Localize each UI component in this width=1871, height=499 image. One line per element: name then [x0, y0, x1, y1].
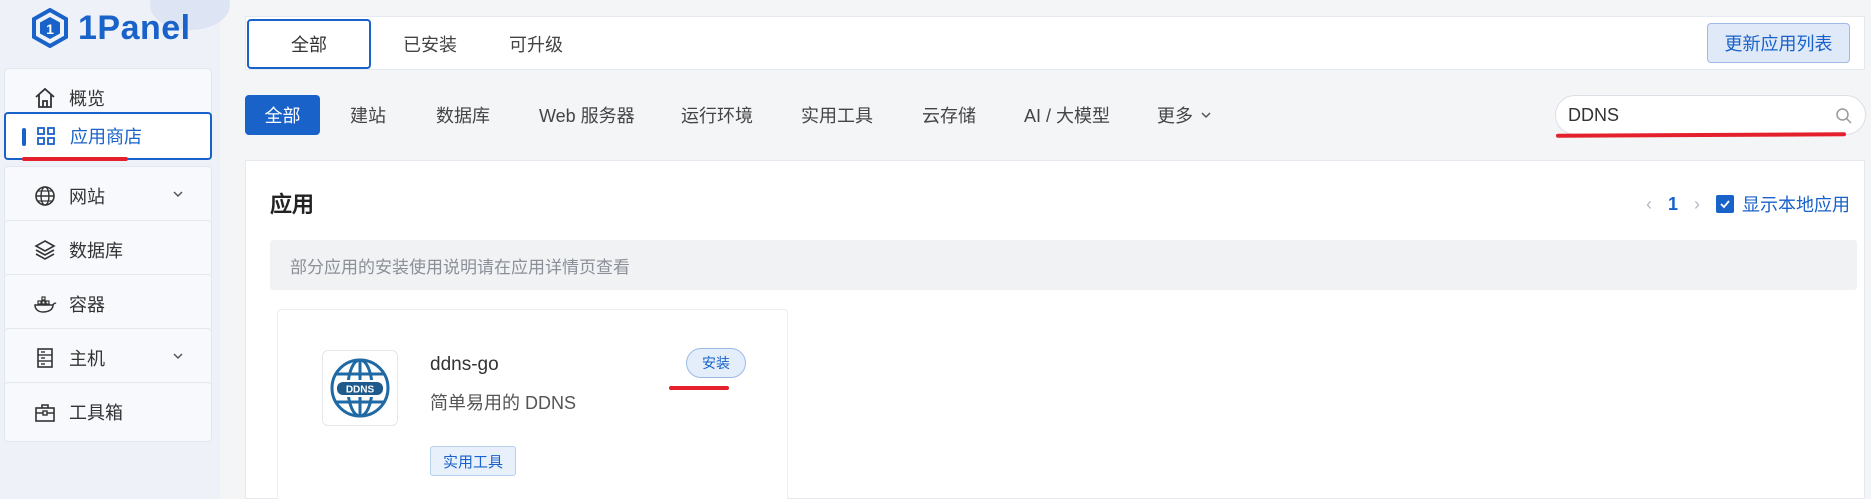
ddns-globe-icon: DDNS [330, 358, 390, 418]
tab-installed[interactable]: 已安装 [380, 19, 480, 69]
tab-all[interactable]: 全部 [247, 19, 371, 69]
app-description: 简单易用的 DDNS [430, 393, 577, 413]
show-local-apps-toggle[interactable]: 显示本地应用 [1716, 191, 1850, 217]
app-search-box[interactable] [1555, 95, 1866, 135]
app-logo: DDNS [322, 350, 398, 426]
sidebar-item-label: 网站 [69, 187, 105, 207]
app-status-tabs: 全部 已安装 可升级 更新应用列表 [245, 16, 1865, 70]
section-title: 应用 [270, 192, 315, 217]
sidebar: 1 1Panel 概览 应用商店 网站 数据库 容器 主机 工具箱 [0, 0, 230, 499]
docker-icon [33, 292, 57, 316]
category-more[interactable]: 更多 [1157, 95, 1213, 135]
sidebar-item-host[interactable]: 主机 [4, 328, 212, 388]
sidebar-item-toolbox[interactable]: 工具箱 [4, 382, 212, 442]
sidebar-item-website[interactable]: 网站 [4, 166, 212, 226]
layers-icon [33, 238, 57, 262]
sidebar-item-label: 数据库 [69, 241, 123, 261]
sidebar-item-label: 主机 [69, 349, 105, 369]
pagination: ‹ 1 › 显示本地应用 [1646, 191, 1850, 217]
search-input[interactable] [1568, 104, 1828, 126]
sidebar-item-label: 容器 [69, 295, 105, 315]
show-local-apps-label: 显示本地应用 [1742, 195, 1850, 215]
app-category-tag: 实用工具 [430, 446, 516, 476]
tab-upgradable[interactable]: 可升级 [486, 19, 586, 69]
active-indicator [22, 128, 26, 146]
logo-text: 1Panel [78, 8, 191, 47]
category-database[interactable]: 数据库 [436, 95, 490, 135]
chevron-down-icon [173, 191, 183, 198]
search-highlight-underline [1555, 132, 1847, 138]
globe-icon [33, 184, 57, 208]
checkbox-checked-icon[interactable] [1716, 195, 1734, 213]
update-app-list-button[interactable]: 更新应用列表 [1707, 23, 1850, 63]
app-logo-text: DDNS [346, 385, 375, 396]
sidebar-item-container[interactable]: 容器 [4, 274, 212, 334]
category-tools[interactable]: 实用工具 [801, 95, 873, 135]
install-button[interactable]: 安装 [686, 348, 746, 378]
next-page-button[interactable]: › [1694, 194, 1700, 215]
category-cloud-storage[interactable]: 云存储 [922, 95, 976, 135]
app-card[interactable]: DDNS ddns-go 简单易用的 DDNS 安装 实用工具 [277, 309, 788, 499]
category-more-label: 更多 [1157, 106, 1193, 126]
search-icon[interactable] [1835, 107, 1853, 125]
grid-icon [34, 124, 58, 148]
toolbox-icon [33, 400, 57, 424]
server-icon [33, 346, 57, 370]
logo[interactable]: 1 1Panel [30, 6, 191, 50]
install-highlight-underline [669, 386, 729, 390]
prev-page-button[interactable]: ‹ [1646, 194, 1652, 215]
category-ai-model[interactable]: AI / 大模型 [1024, 95, 1110, 135]
app-name: ddns-go [430, 354, 499, 375]
category-website[interactable]: 建站 [350, 95, 386, 135]
sidebar-item-app-store[interactable]: 应用商店 [4, 112, 212, 160]
highlight-underline [22, 157, 128, 161]
chevron-down-icon [1201, 112, 1211, 119]
sidebar-item-label: 应用商店 [70, 127, 142, 147]
svg-text:1: 1 [46, 21, 54, 37]
sidebar-item-database[interactable]: 数据库 [4, 220, 212, 280]
sidebar-item-label: 工具箱 [69, 403, 123, 423]
current-page[interactable]: 1 [1668, 194, 1678, 215]
app-list-panel: 应用 ‹ 1 › 显示本地应用 部分应用的安装使用说明请在应用详情页查看 DDN… [245, 160, 1865, 499]
home-icon [33, 86, 57, 110]
category-web-server[interactable]: Web 服务器 [539, 95, 635, 135]
category-all[interactable]: 全部 [245, 95, 320, 135]
logo-icon: 1 [32, 8, 68, 48]
install-notice: 部分应用的安装使用说明请在应用详情页查看 [270, 240, 1857, 290]
sidebar-item-label: 概览 [69, 89, 105, 109]
chevron-down-icon [173, 353, 183, 360]
category-runtime[interactable]: 运行环境 [681, 95, 753, 135]
